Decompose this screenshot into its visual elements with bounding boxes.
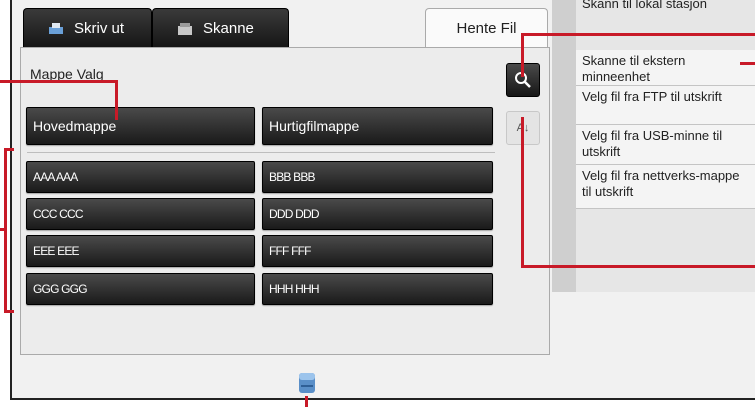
divider xyxy=(27,152,495,153)
main-folder-button[interactable]: Hovedmappe xyxy=(26,107,255,145)
storage-icon[interactable] xyxy=(298,371,316,395)
tab-print[interactable]: Skriv ut xyxy=(23,8,152,48)
folder-button[interactable]: GGG GGG xyxy=(26,273,255,305)
callout-line xyxy=(521,117,524,268)
folder-button[interactable]: FFF FFF xyxy=(262,235,493,267)
tab-retrieve-file[interactable]: Hente Fil xyxy=(425,8,548,48)
folder-label: DDD DDD xyxy=(269,207,320,221)
folder-button[interactable]: BBB BBB xyxy=(262,161,493,193)
menu-item-network-folder[interactable]: Velg fil fra nettverks-mappe til utskrif… xyxy=(576,165,755,209)
callout-line xyxy=(305,396,308,407)
callout-line xyxy=(115,80,118,120)
quick-file-folder-button[interactable]: Hurtigfilmappe xyxy=(262,107,493,145)
quick-file-folder-label: Hurtigfilmappe xyxy=(269,118,360,134)
folder-button[interactable]: DDD DDD xyxy=(262,198,493,230)
tab-print-label: Skriv ut xyxy=(74,20,125,37)
folder-label: EEE EEE xyxy=(33,244,80,258)
folder-label: BBB BBB xyxy=(269,170,316,184)
folder-button[interactable]: CCC CCC xyxy=(26,198,255,230)
menu-item-ftp[interactable]: Velg fil fra FTP til utskrift xyxy=(576,86,755,125)
folder-label: HHH HHH xyxy=(269,282,320,296)
folder-button[interactable]: HHH HHH xyxy=(262,273,493,305)
folder-label: CCC CCC xyxy=(33,207,84,221)
callout-line xyxy=(521,265,755,268)
scanner-icon xyxy=(178,22,192,35)
callout-line xyxy=(0,80,118,83)
menu-item-usb[interactable]: Velg fil fra USB-minne til utskrift xyxy=(576,125,755,165)
main-folder-label: Hovedmappe xyxy=(33,118,117,134)
tab-scan-label: Skanne xyxy=(203,20,254,37)
folder-button[interactable]: EEE EEE xyxy=(26,235,255,267)
action-menu-strip xyxy=(552,0,576,292)
callout-line xyxy=(521,33,524,77)
folder-label: FFF FFF xyxy=(269,244,312,258)
callout-line xyxy=(521,33,755,36)
folder-label: GGG GGG xyxy=(33,282,88,296)
callout-bracket xyxy=(0,228,6,231)
printer-icon xyxy=(49,22,63,34)
tab-scan[interactable]: Skanne xyxy=(152,8,289,48)
menu-item-scan-external[interactable]: Skanne til ekstern minneenhet xyxy=(576,50,755,86)
tab-retrieve-label: Hente Fil xyxy=(456,20,517,37)
folder-label: AAA AAA xyxy=(33,170,78,184)
callout-bracket xyxy=(4,148,14,151)
callout-bracket xyxy=(4,310,14,313)
folder-button[interactable]: AAA AAA xyxy=(26,161,255,193)
callout-line xyxy=(740,62,755,65)
menu-item-scan-local[interactable]: Skann til lokal stasjon xyxy=(576,0,755,13)
